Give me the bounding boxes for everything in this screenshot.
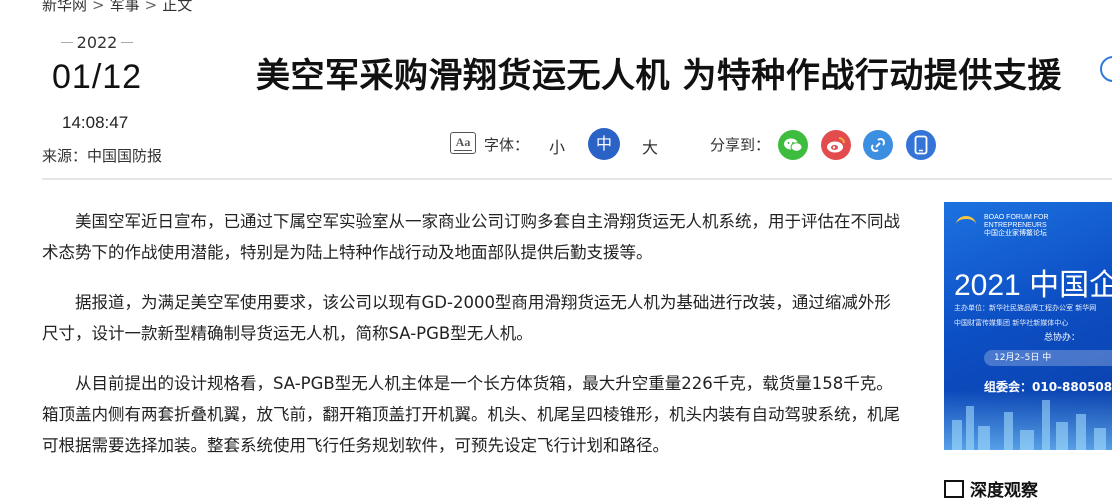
deep-observation-heading[interactable]: 深度观察 xyxy=(944,476,1038,501)
article-title: 美空军采购滑翔货运无人机 为特种作战行动提供支援 xyxy=(256,56,1062,96)
publish-date: 01/12 xyxy=(52,58,143,96)
header-divider xyxy=(42,178,1112,180)
forum-ad-banner[interactable]: BOAO FORUM FOR ENTREPRENEURS 中国企业家博鳌论坛 2… xyxy=(944,202,1112,450)
publish-year-text: 2022 xyxy=(76,33,118,52)
banner-date: 12月2–5日 中 xyxy=(984,350,1112,366)
banner-co-organizer: 总协办： xyxy=(1044,333,1081,343)
wechat-icon[interactable] xyxy=(778,130,808,160)
breadcrumb-separator: > xyxy=(92,0,105,14)
breadcrumb-home-link[interactable]: 新华网 xyxy=(42,0,87,15)
article-paragraph: 据报道，为满足美空军使用要求，该公司以现有GD-2000型商用滑翔货运无人机为基… xyxy=(42,293,891,343)
publish-time: 14:08:47 xyxy=(62,113,129,132)
breadcrumb-current: 正文 xyxy=(162,0,193,14)
mobile-icon[interactable] xyxy=(906,130,936,160)
banner-headline: 2021 中国企业 xyxy=(954,269,1112,302)
weibo-icon[interactable] xyxy=(821,130,851,160)
font-size-large-button[interactable]: 大 xyxy=(642,134,658,158)
font-size-medium-button[interactable]: 中 xyxy=(588,128,620,160)
breadcrumb-separator: > xyxy=(144,0,158,14)
article-paragraph: 从目前提出的设计规格看，SA-PGB型无人机主体是一个长方体货箱，最大升空重量2… xyxy=(42,374,900,455)
banner-organizers-2: 中国财富传媒集团 新华社新媒体中心 xyxy=(954,319,1069,327)
breadcrumb: 新华网 > 军事 > 正文 xyxy=(42,0,192,15)
font-size-small-button[interactable]: 小 xyxy=(549,134,565,158)
breadcrumb-military-link[interactable]: 军事 xyxy=(110,0,140,15)
article-source: 来源：中国国防报 xyxy=(42,145,162,166)
banner-org-line: 中国企业家博鳌论坛 xyxy=(984,230,1047,237)
article-body: 美国空军近日宣布，已通过下属空军实验室从一家商业公司订购多套自主滑翔货运无人机系… xyxy=(42,206,904,480)
city-skyline-graphic xyxy=(944,390,1112,450)
article-paragraph: 美国空军近日宣布，已通过下属空军实验室从一家商业公司订购多套自主滑翔货运无人机系… xyxy=(42,212,900,262)
link-icon[interactable] xyxy=(863,130,893,160)
section-icon xyxy=(944,479,964,498)
banner-org-name: BOAO FORUM FOR ENTREPRENEURS 中国企业家博鳌论坛 xyxy=(984,214,1049,238)
source-label: 来源： xyxy=(42,147,88,165)
circle-icon[interactable] xyxy=(1100,56,1112,82)
font-size-icon: Aa xyxy=(450,132,476,154)
font-size-label: 字体： xyxy=(484,136,530,154)
source-name: 中国国防报 xyxy=(87,147,163,165)
section-heading-text: 深度观察 xyxy=(970,481,1038,501)
forum-logo-icon xyxy=(956,216,976,233)
banner-organizers: 主办单位：新华社民族品牌工程办公室 新华网 xyxy=(954,304,1097,312)
share-label: 分享到： xyxy=(710,136,771,154)
publish-year: 2022 xyxy=(60,33,134,52)
banner-org-line: ENTREPRENEURS xyxy=(984,222,1047,229)
banner-org-line: BOAO FORUM FOR xyxy=(984,214,1049,221)
